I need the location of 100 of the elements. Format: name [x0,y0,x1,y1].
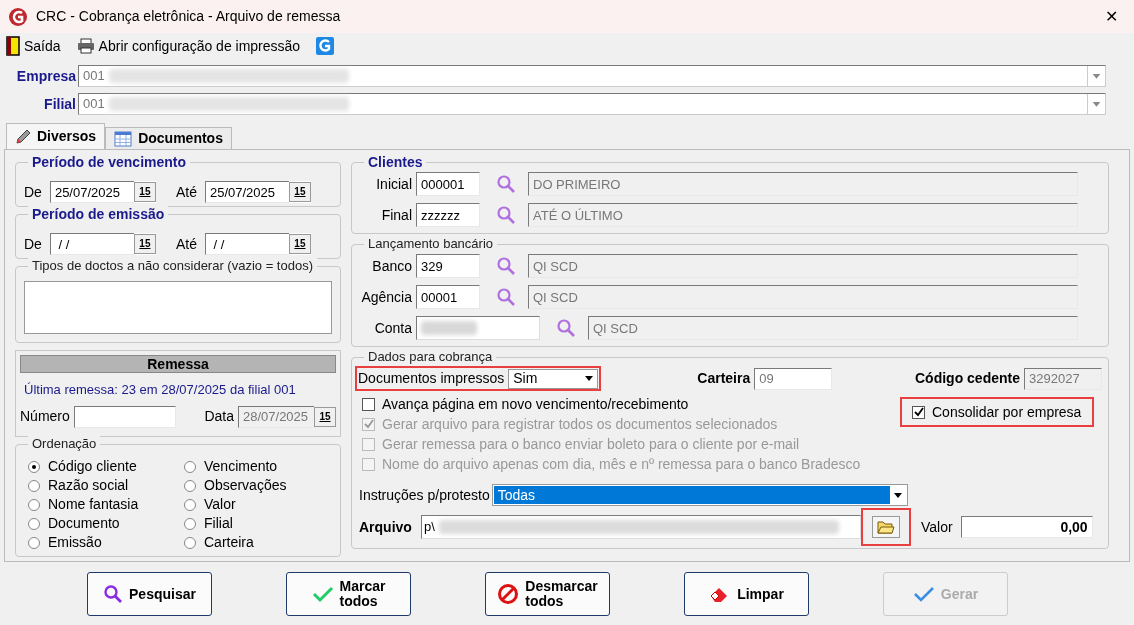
radio-option[interactable]: Observações [184,476,340,495]
input-field[interactable]: 0,00 [960,516,1093,538]
input-field[interactable] [24,281,332,334]
action-button[interactable]: Desmarcar todos [485,572,610,616]
checkbox-option[interactable]: Consolidar por empresa [912,401,1082,423]
field-label: De [24,234,42,254]
radio-option[interactable]: Filial [184,514,340,533]
field-value: p\ [423,518,435,537]
radio-option[interactable]: Razão social [28,476,184,495]
field-label: Agência [360,287,412,307]
redacted-blur [421,321,477,335]
radio-option[interactable]: Documento [28,514,184,533]
search-icon[interactable] [496,174,516,194]
status-text: Última remessa: 23 em 28/07/2025 da filial 001 [23,381,297,399]
field-label: Empresa [15,66,77,86]
calendar-button[interactable]: 15 [314,406,336,427]
caret-icon [893,492,902,498]
window-title: CRC - Cobrança eletrônica - Arquivo de remessa [36,7,342,26]
radio-button[interactable] [28,517,40,530]
checkbox-option[interactable]: Avança página em novo vencimento/recebimento [362,394,861,414]
input-field[interactable]: zzzzzz [416,203,480,227]
close-button[interactable]: ✕ [1096,4,1126,29]
lookup-field[interactable]: QI SCD [528,285,1078,309]
field-label: Final [380,205,412,225]
radio-option[interactable]: Emissão [28,533,184,552]
calendar-button[interactable]: 15 [133,182,156,202]
check-icon [311,585,334,603]
lookup-field[interactable]: QI SCD [528,254,1078,278]
tab[interactable]: Diversos [6,123,106,149]
input-field[interactable] [416,316,540,340]
prohibited-icon [497,583,520,605]
search-icon[interactable] [496,287,516,307]
logo-icon[interactable] [316,37,335,55]
input-field[interactable]: 25/07/2025 [204,181,289,203]
input-field[interactable] [73,405,176,428]
combo-box[interactable]: 001 [78,93,1106,115]
table-icon [114,130,133,147]
checkbox[interactable] [362,397,375,411]
action-button[interactable]: Pesquisar [87,572,212,616]
radio-button[interactable] [28,498,40,511]
search-icon[interactable] [556,318,576,338]
input-field[interactable]: / / [204,233,289,255]
combo-value: 001 [82,95,105,114]
action-button[interactable]: Marcar todos [286,572,411,616]
action-button[interactable]: Limpar [684,572,809,616]
radio-button[interactable] [184,460,196,473]
radio-option[interactable]: Nome fantasia [28,495,184,514]
input-field[interactable]: 329 [416,254,480,278]
field-label: Código cedente [915,369,1020,388]
checkbox[interactable] [912,405,925,419]
calendar-button[interactable]: 15 [288,182,311,202]
section-header: Remessa [20,355,336,373]
lookup-field[interactable]: QI SCD [588,316,1078,340]
calendar-button[interactable]: 15 [288,234,311,254]
logo-icon [8,6,28,27]
input-field[interactable]: 000001 [416,172,480,196]
radio-option[interactable]: Vencimento [184,457,340,476]
radio-button[interactable] [184,479,196,492]
toolbar-button[interactable]: Saída [6,35,61,57]
printer-icon [76,38,95,54]
input-field[interactable]: 00001 [416,285,480,309]
search-icon [103,584,124,604]
input-field[interactable]: p\ [421,515,861,539]
pencil-icon [15,128,31,145]
input-field[interactable]: 3292027 [1024,367,1102,390]
field-label: Instruções p/protesto [359,485,491,505]
field-label: Inicial [375,174,412,194]
folder-icon [877,520,895,534]
radio-option[interactable]: Código cliente [28,457,184,476]
field-label: Conta [373,318,412,338]
search-icon[interactable] [496,205,516,225]
input-field[interactable]: 09 [754,367,833,390]
radio-button[interactable] [184,498,196,511]
radio-button[interactable] [184,517,196,530]
search-icon[interactable] [496,256,516,276]
dropdown[interactable]: Todas [491,484,908,506]
radio-button[interactable] [184,536,196,549]
radio-option[interactable]: Valor [184,495,340,514]
field-label: Banco [371,256,412,276]
check-icon [912,585,935,603]
combo-box[interactable]: 001 [78,65,1106,87]
input-field[interactable]: 28/07/2025 [238,405,314,428]
dropdown[interactable]: Sim [508,368,599,389]
tab[interactable]: Documentos [105,127,232,149]
calendar-button[interactable]: 15 [133,234,156,254]
radio-button[interactable] [28,479,40,492]
input-field[interactable]: 25/07/2025 [49,181,134,203]
caret-icon [585,376,594,381]
group-title: Tipos de doctos a não considerar (vazio = todos) [28,257,317,275]
lookup-field[interactable]: ATÉ O ÚLTIMO [528,203,1078,227]
radio-option[interactable]: Carteira [184,533,340,552]
field-label: Filial [43,94,77,114]
field-label: Número [20,407,70,426]
combo-value: 001 [82,67,105,86]
radio-button[interactable] [28,460,40,473]
radio-button[interactable] [28,536,40,549]
toolbar-button[interactable]: Abrir configuração de impressão [76,35,301,57]
input-field[interactable]: / / [49,233,134,255]
browse-button[interactable] [872,516,900,538]
lookup-field[interactable]: DO PRIMEIRO [528,172,1078,196]
